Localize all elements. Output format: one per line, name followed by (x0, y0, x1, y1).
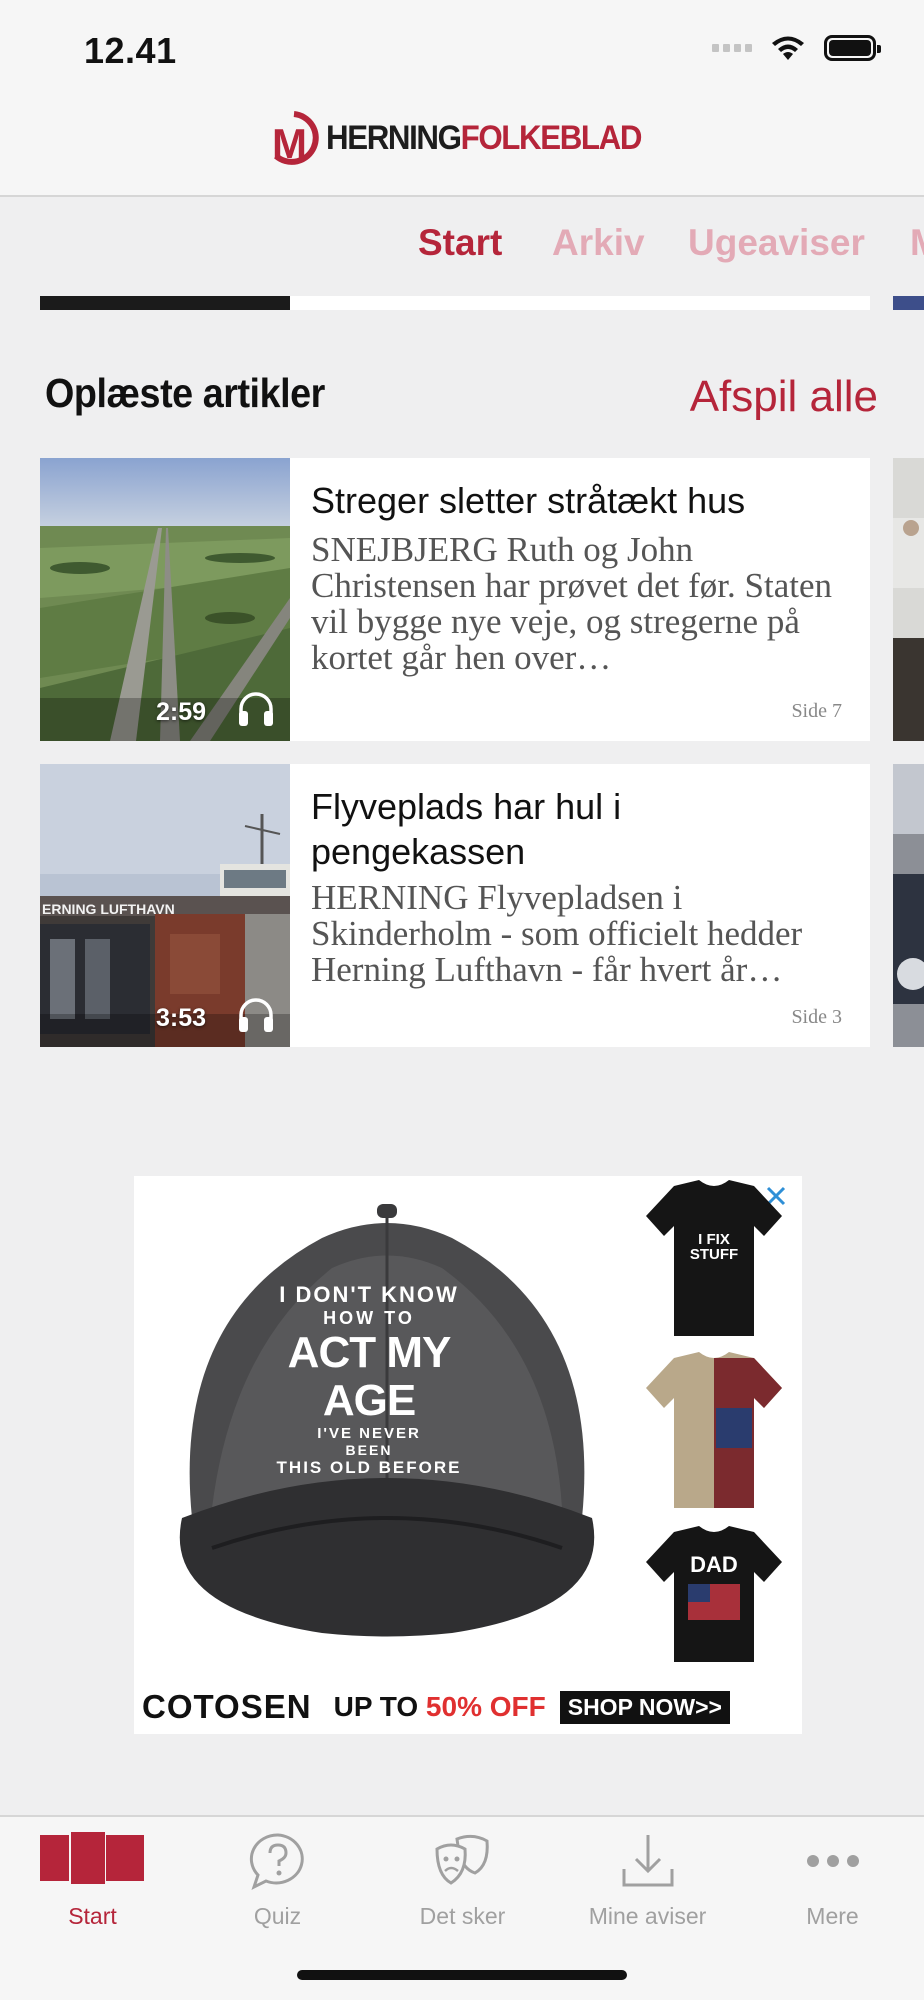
status-time: 12.41 (84, 30, 177, 71)
logo-wordmark: HERNINGFOLKEBLAD (326, 118, 642, 157)
nav-mine-aviser[interactable]: Mine aviser (555, 1817, 740, 1937)
cellular-signal-icon (712, 44, 752, 52)
cap-slogan: I DON'T KNOW HOW TO ACT MY AGE I'VE NEVE… (276, 1282, 462, 1477)
app-header: 12.41 M HERNINGFOLKEBLAD (0, 0, 924, 197)
play-all-button[interactable]: Afspil alle (690, 372, 878, 422)
pages-icon (39, 1831, 144, 1885)
section-title: Oplæste artikler (45, 370, 325, 416)
article-title: Streger sletter stråtækt hus (311, 480, 746, 521)
more-dots-icon (806, 1855, 859, 1867)
ad-footer[interactable]: COTOSEN UP TO 50% OFF SHOP NOW>> (134, 1680, 802, 1734)
svg-text:ERNING LUFTHAVN: ERNING LUFTHAVN (42, 901, 175, 917)
article-excerpt: HERNING Flyvepladsen i Skinderholm - som… (311, 878, 803, 989)
article-excerpt: SNEJBJERG Ruth og John Christensen har p… (311, 530, 832, 677)
herning-folkeblad-logo[interactable]: M HERNINGFOLKEBLAD (268, 110, 668, 166)
question-bubble-icon (249, 1833, 304, 1890)
previous-article-card[interactable] (40, 296, 870, 310)
article-card[interactable]: 2:59 Streger sletter stråtækt hus SNEJBJ… (40, 458, 870, 741)
headphones-icon[interactable] (236, 995, 276, 1033)
tab-more-peek[interactable]: M (910, 222, 924, 264)
advertisement[interactable]: I DON'T KNOW HOW TO ACT MY AGE I'VE NEVE… (134, 1176, 802, 1734)
nav-mere[interactable]: Mere (740, 1817, 924, 1937)
article-page-number: Side 3 (791, 1006, 842, 1028)
download-icon (622, 1835, 673, 1887)
ad-promo: UP TO 50% OFF (333, 1691, 546, 1722)
logo-m-icon: M (272, 111, 319, 166)
article-card[interactable]: ERNING LUFTHAVN 3:53 Flyveplads har hul … (40, 764, 870, 1047)
tshirt-product-1[interactable]: I FIX STUFF (644, 1176, 784, 1336)
article-page-number: Side 7 (791, 700, 842, 722)
svg-text:M: M (272, 120, 307, 166)
ad-brand: COTOSEN (142, 1688, 312, 1725)
next-article-peek[interactable] (893, 764, 924, 1047)
section-tabs: Start Arkiv Ugeaviser M (0, 222, 924, 272)
previous-article-card-next[interactable] (893, 296, 924, 310)
home-indicator[interactable] (297, 1970, 627, 1980)
nav-quiz[interactable]: Quiz (185, 1817, 370, 1937)
status-icons (712, 34, 881, 62)
battery-icon (824, 35, 881, 61)
audio-duration: 2:59 (156, 698, 207, 726)
tshirt-product-2[interactable] (644, 1348, 784, 1508)
article-title: Flyveplads har hul i pengekassen (311, 786, 622, 872)
shop-now-button[interactable]: SHOP NOW>> (559, 1690, 730, 1724)
nav-start[interactable]: Start (0, 1817, 185, 1937)
tab-arkiv[interactable]: Arkiv (552, 222, 645, 264)
headphones-icon[interactable] (236, 689, 276, 727)
nav-det-sker[interactable]: Det sker (370, 1817, 555, 1937)
tshirt-product-3[interactable]: DAD (644, 1522, 784, 1682)
tab-start[interactable]: Start (418, 222, 502, 264)
audio-duration: 3:53 (156, 1004, 207, 1032)
next-article-peek[interactable] (893, 458, 924, 741)
theater-masks-icon (434, 1834, 489, 1885)
wifi-icon (772, 36, 804, 60)
tab-ugeaviser[interactable]: Ugeaviser (688, 222, 865, 264)
